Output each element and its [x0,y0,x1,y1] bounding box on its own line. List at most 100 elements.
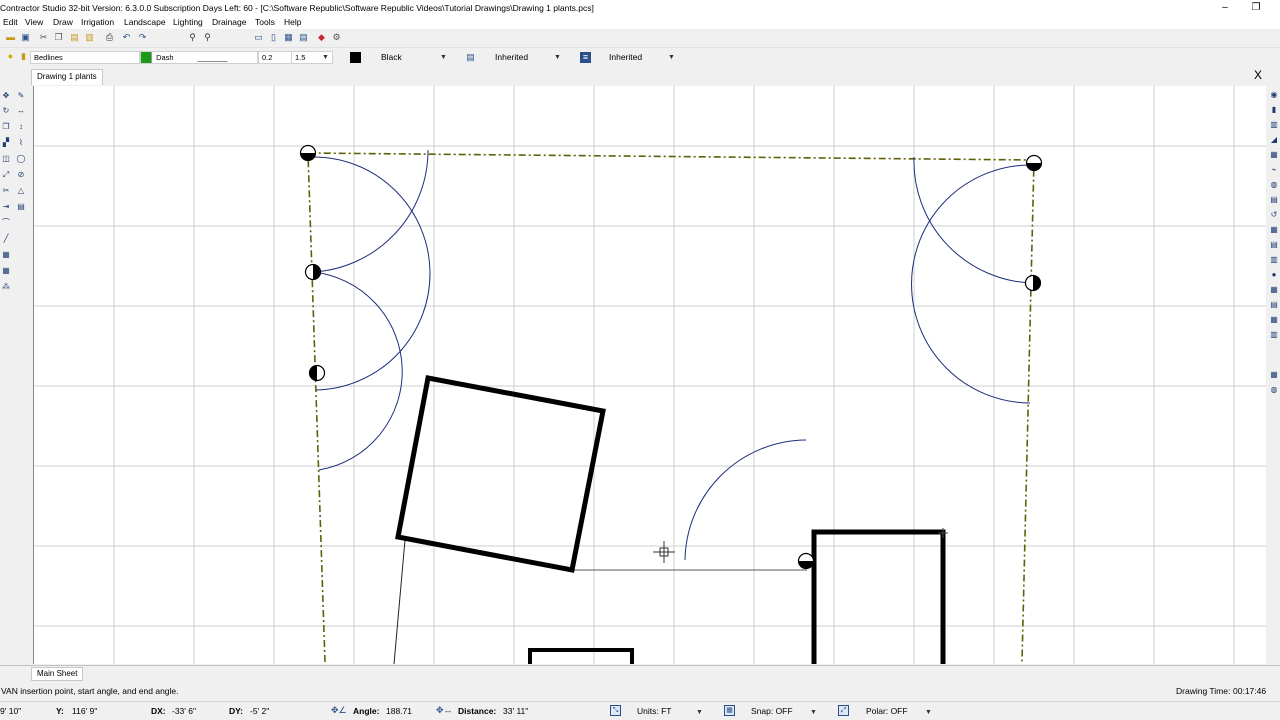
hydraulic-icon[interactable]: ↺ [1269,210,1279,220]
style-2-dropdown-icon[interactable]: ▼ [668,52,675,63]
zoom-in-icon[interactable]: ⚲ [202,32,213,43]
drip-icon[interactable]: ◍ [1269,180,1279,190]
units-dropdown-icon[interactable]: ▼ [696,707,703,718]
color-name[interactable]: Black [381,51,402,64]
drawing-svg[interactable] [34,86,1266,664]
menu-view[interactable]: View [25,17,43,27]
rotate-icon[interactable]: ↻ [1,106,11,116]
list-view-icon[interactable]: ▤ [298,32,309,43]
layer-lock-icon[interactable]: ▮ [18,51,29,62]
snap-select[interactable]: Snap: OFF [751,706,793,716]
circle-icon[interactable]: ◯ [16,154,26,164]
calc-icon[interactable]: ▤ [1269,300,1279,310]
open-folder-icon[interactable]: ▬ [5,32,16,43]
scale-value: 1.5 [295,53,306,62]
report-icon[interactable]: ▦ [1269,285,1279,295]
lightbulb-icon[interactable]: ● [5,51,16,62]
redo-icon[interactable]: ↷ [137,32,148,43]
paste-special-icon[interactable]: ▥ [84,32,95,43]
view-icon[interactable]: ◉ [1269,90,1279,100]
sprinkler-heads[interactable] [299,144,1043,570]
move-icon[interactable]: ✥ [1,91,11,101]
schedule-icon[interactable]: ▤ [1269,240,1279,250]
style-2-value[interactable]: Inherited [609,51,642,64]
menu-draw[interactable]: Draw [53,17,73,27]
water-drop-icon[interactable]: ● [1269,270,1279,280]
layout-icon[interactable]: ▭ [253,32,264,43]
sprinkler-tool-icon[interactable]: ▮ [1269,105,1279,115]
units-select[interactable]: Units: FT [637,706,671,716]
paste-icon[interactable]: ▤ [69,32,80,43]
zoom-out-icon[interactable]: ⚲ [187,32,198,43]
bottom-structure[interactable] [528,648,634,664]
array-icon[interactable]: ▞ [1,138,11,148]
menu-drainage[interactable]: Drainage [212,17,247,27]
grid-lines [34,86,1266,664]
style-1-dropdown-icon[interactable]: ▼ [554,52,561,63]
triangle-icon[interactable]: △ [16,186,26,196]
table-icon[interactable]: ▦ [1,250,11,260]
scale-dropdown-icon[interactable]: ▼ [322,52,329,63]
zone-icon[interactable]: ▦ [1269,225,1279,235]
page-icon[interactable]: ▯ [268,32,279,43]
menu-lighting[interactable]: Lighting [173,17,203,27]
snap-dropdown-icon[interactable]: ▼ [810,707,817,718]
close-document-button[interactable]: X [1254,68,1262,82]
layer-select[interactable]: Bedlines [30,51,140,64]
polar-icon: ⤢ [838,705,849,716]
hatch-icon[interactable]: ▤ [16,202,26,212]
tab-main-sheet[interactable]: Main Sheet [31,667,84,681]
menu-irrigation[interactable]: Irrigation [81,17,114,27]
cut-icon[interactable]: ✂ [38,32,49,43]
menu-edit[interactable]: Edit [3,17,18,27]
tab-drawing[interactable]: Drawing 1 plants [31,69,103,85]
export-icon[interactable]: ◍ [1269,385,1279,395]
explode-icon[interactable]: ⁂ [1,282,11,292]
grid-icon[interactable]: ▦ [1,266,11,276]
detail-icon[interactable]: ▦ [1269,315,1279,325]
controller-icon[interactable]: ▦ [1269,150,1279,160]
spray-arcs[interactable] [310,149,1034,561]
copy-tool-icon[interactable]: ❐ [1,122,11,132]
vertical-dimension-icon[interactable]: ↕ [16,122,26,132]
color-dropdown-icon[interactable]: ▼ [440,52,447,63]
scale-tool-icon[interactable]: ⤢ [1,170,11,180]
mirror-icon[interactable]: ◫ [1,154,11,164]
layers-icon[interactable]: ◆ [316,32,327,43]
legend-icon[interactable]: ▥ [1269,255,1279,265]
settings-icon[interactable]: ⚙ [331,32,342,43]
undo-icon[interactable]: ↶ [121,32,132,43]
pipe-icon[interactable]: ▥ [1269,120,1279,130]
menu-tools[interactable]: Tools [255,17,275,27]
menu-landscape[interactable]: Landscape [124,17,166,27]
extend-icon[interactable]: ⇥ [1,202,11,212]
polyline-icon[interactable]: ⌇ [16,138,26,148]
rotated-structure[interactable] [395,375,606,573]
save-icon[interactable]: ▣ [20,32,31,43]
left-tool-palette: ✥ ✎ ↻ ↔ ❐ ↕ ▞ ⌇ ◫ ◯ ⤢ ⊘ ✂ △ ⇥ ▤ ⌒ ╱ ▦ ▦ … [0,86,33,666]
menu-help[interactable]: Help [284,17,301,27]
minimize-button[interactable]: – [1216,1,1234,15]
print-icon[interactable]: ⎙ [104,32,115,43]
trim-icon[interactable]: ✂ [1,186,11,196]
fitting-icon[interactable]: ▤ [1269,195,1279,205]
polar-select[interactable]: Polar: OFF [866,706,908,716]
polar-dropdown-icon[interactable]: ▼ [925,707,932,718]
table-tool-icon[interactable]: ▦ [1269,370,1279,380]
no-entry-icon[interactable]: ⊘ [16,170,26,180]
style-1-value[interactable]: Inherited [495,51,528,64]
copy-icon[interactable]: ❐ [53,32,64,43]
dimension-icon[interactable]: ↔ [16,106,26,116]
pencil-icon[interactable]: ✎ [16,91,26,101]
grid-table-icon[interactable]: ▦ [283,32,294,43]
restore-button[interactable]: ❐ [1247,1,1265,15]
line-width-field[interactable]: 0.2 [258,51,292,64]
wire-icon[interactable]: ⌁ [1269,165,1279,175]
line-icon[interactable]: ╱ [1,234,11,244]
building-outline[interactable] [811,529,946,664]
drawing-canvas[interactable] [33,86,1266,664]
arc-icon[interactable]: ⌒ [1,218,11,228]
linetype-select[interactable]: Dash _ _ _ _ _ _ _ [140,51,258,64]
valve-icon[interactable]: ◢ [1269,135,1279,145]
note-icon[interactable]: ▥ [1269,330,1279,340]
